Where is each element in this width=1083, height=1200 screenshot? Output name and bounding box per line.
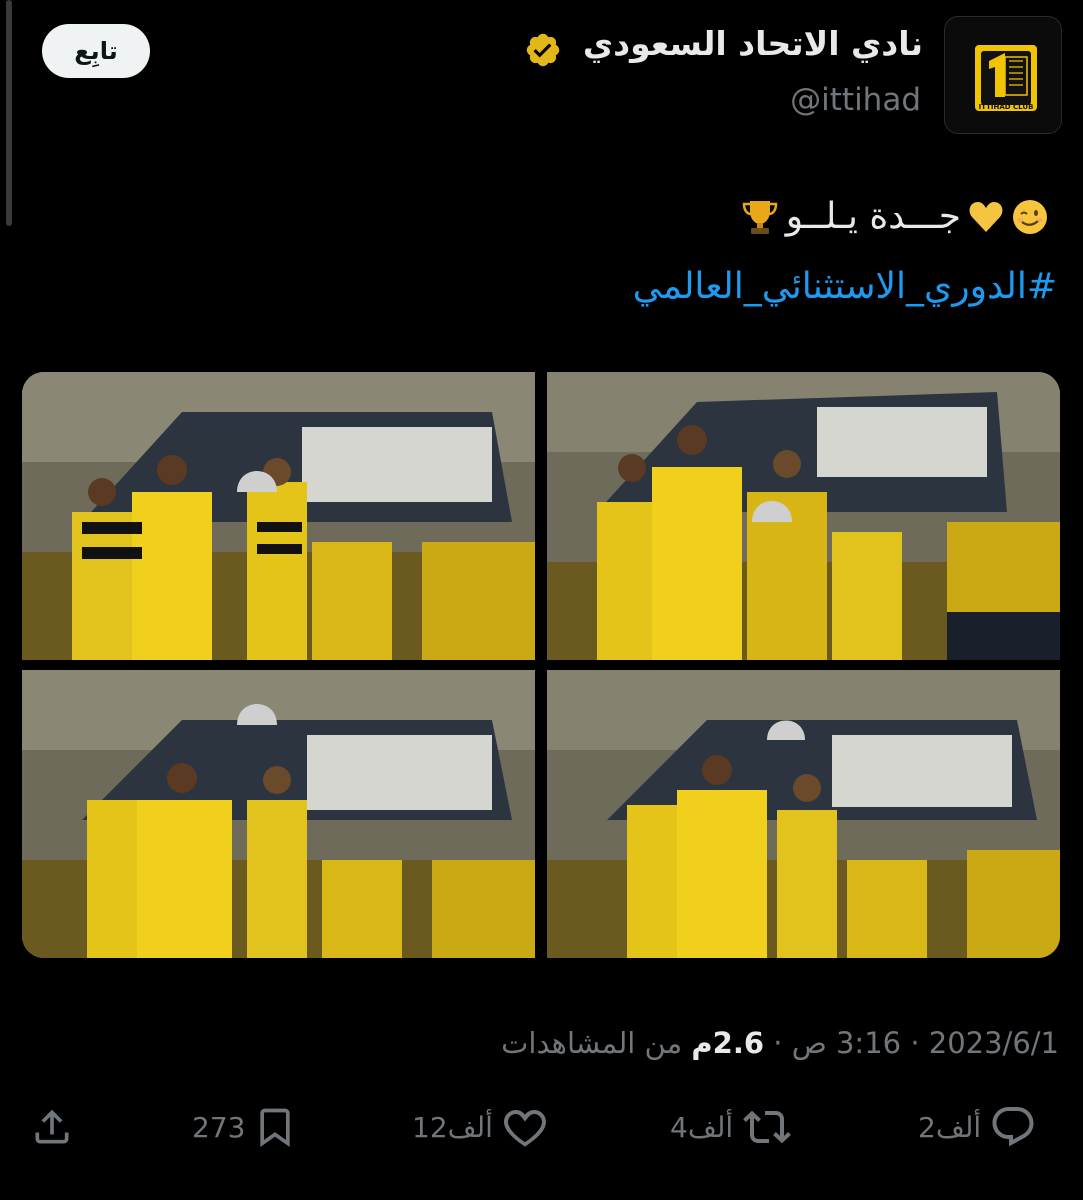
winking-face-emoji [1013, 199, 1047, 234]
ittihad-club-logo-icon: ITTIHAD CLUB [975, 45, 1037, 111]
heart-icon [503, 1109, 546, 1147]
tweet-meta: 2023/6/1 · 3:16 ص · 2.6م من المشاهدات [501, 1026, 1059, 1060]
tweet-text: جـــدة يـلــو [740, 196, 1049, 237]
like-count: 12ألف [412, 1110, 493, 1144]
celebration-photo-4[interactable] [547, 670, 1060, 958]
hashtag-link[interactable]: #الدوري_الاستثنائي_العالمي [633, 266, 1057, 307]
bookmark-icon [260, 1108, 291, 1148]
tweet-text-content: جـــدة يـلــو [785, 196, 961, 237]
verified-badge-icon [526, 33, 560, 67]
photo-grid [22, 372, 1060, 958]
avatar[interactable]: ITTIHAD CLUB [944, 16, 1062, 134]
avatar-club-text: ITTIHAD CLUB [979, 103, 1034, 111]
scrollbar[interactable] [6, 0, 12, 226]
share-button[interactable] [30, 1102, 74, 1152]
tweet-date[interactable]: 2023/6/1 [929, 1026, 1059, 1060]
retweet-icon [743, 1110, 791, 1144]
retweet-button[interactable]: 4ألف [670, 1102, 793, 1152]
views-count: 2.6م [691, 1026, 765, 1060]
share-icon [35, 1109, 69, 1144]
retweet-count: 4ألف [670, 1110, 734, 1144]
bookmark-button[interactable]: 273 [192, 1102, 297, 1152]
reply-icon [992, 1107, 1034, 1147]
bookmark-count: 273 [192, 1110, 246, 1144]
tweet-time[interactable]: 3:16 ص [792, 1026, 901, 1060]
like-button[interactable]: 12ألف [412, 1102, 549, 1152]
celebration-photo-2[interactable] [547, 372, 1060, 660]
meta-separator: · [910, 1026, 920, 1060]
reply-count: 2ألف [918, 1110, 982, 1144]
follow-button[interactable]: تابِع [42, 24, 150, 78]
user-handle[interactable]: @ittihad [790, 82, 921, 118]
views-label: من المشاهدات [501, 1026, 683, 1060]
celebration-photo-3[interactable] [22, 670, 535, 958]
yellow-heart-emoji [969, 201, 1003, 232]
display-name[interactable]: نادي الاتحاد السعودي [583, 24, 923, 63]
trophy-emoji [742, 200, 777, 234]
reply-button[interactable]: 2ألف [918, 1102, 1037, 1152]
celebration-photo-1[interactable] [22, 372, 535, 660]
meta-separator: · [773, 1026, 783, 1060]
